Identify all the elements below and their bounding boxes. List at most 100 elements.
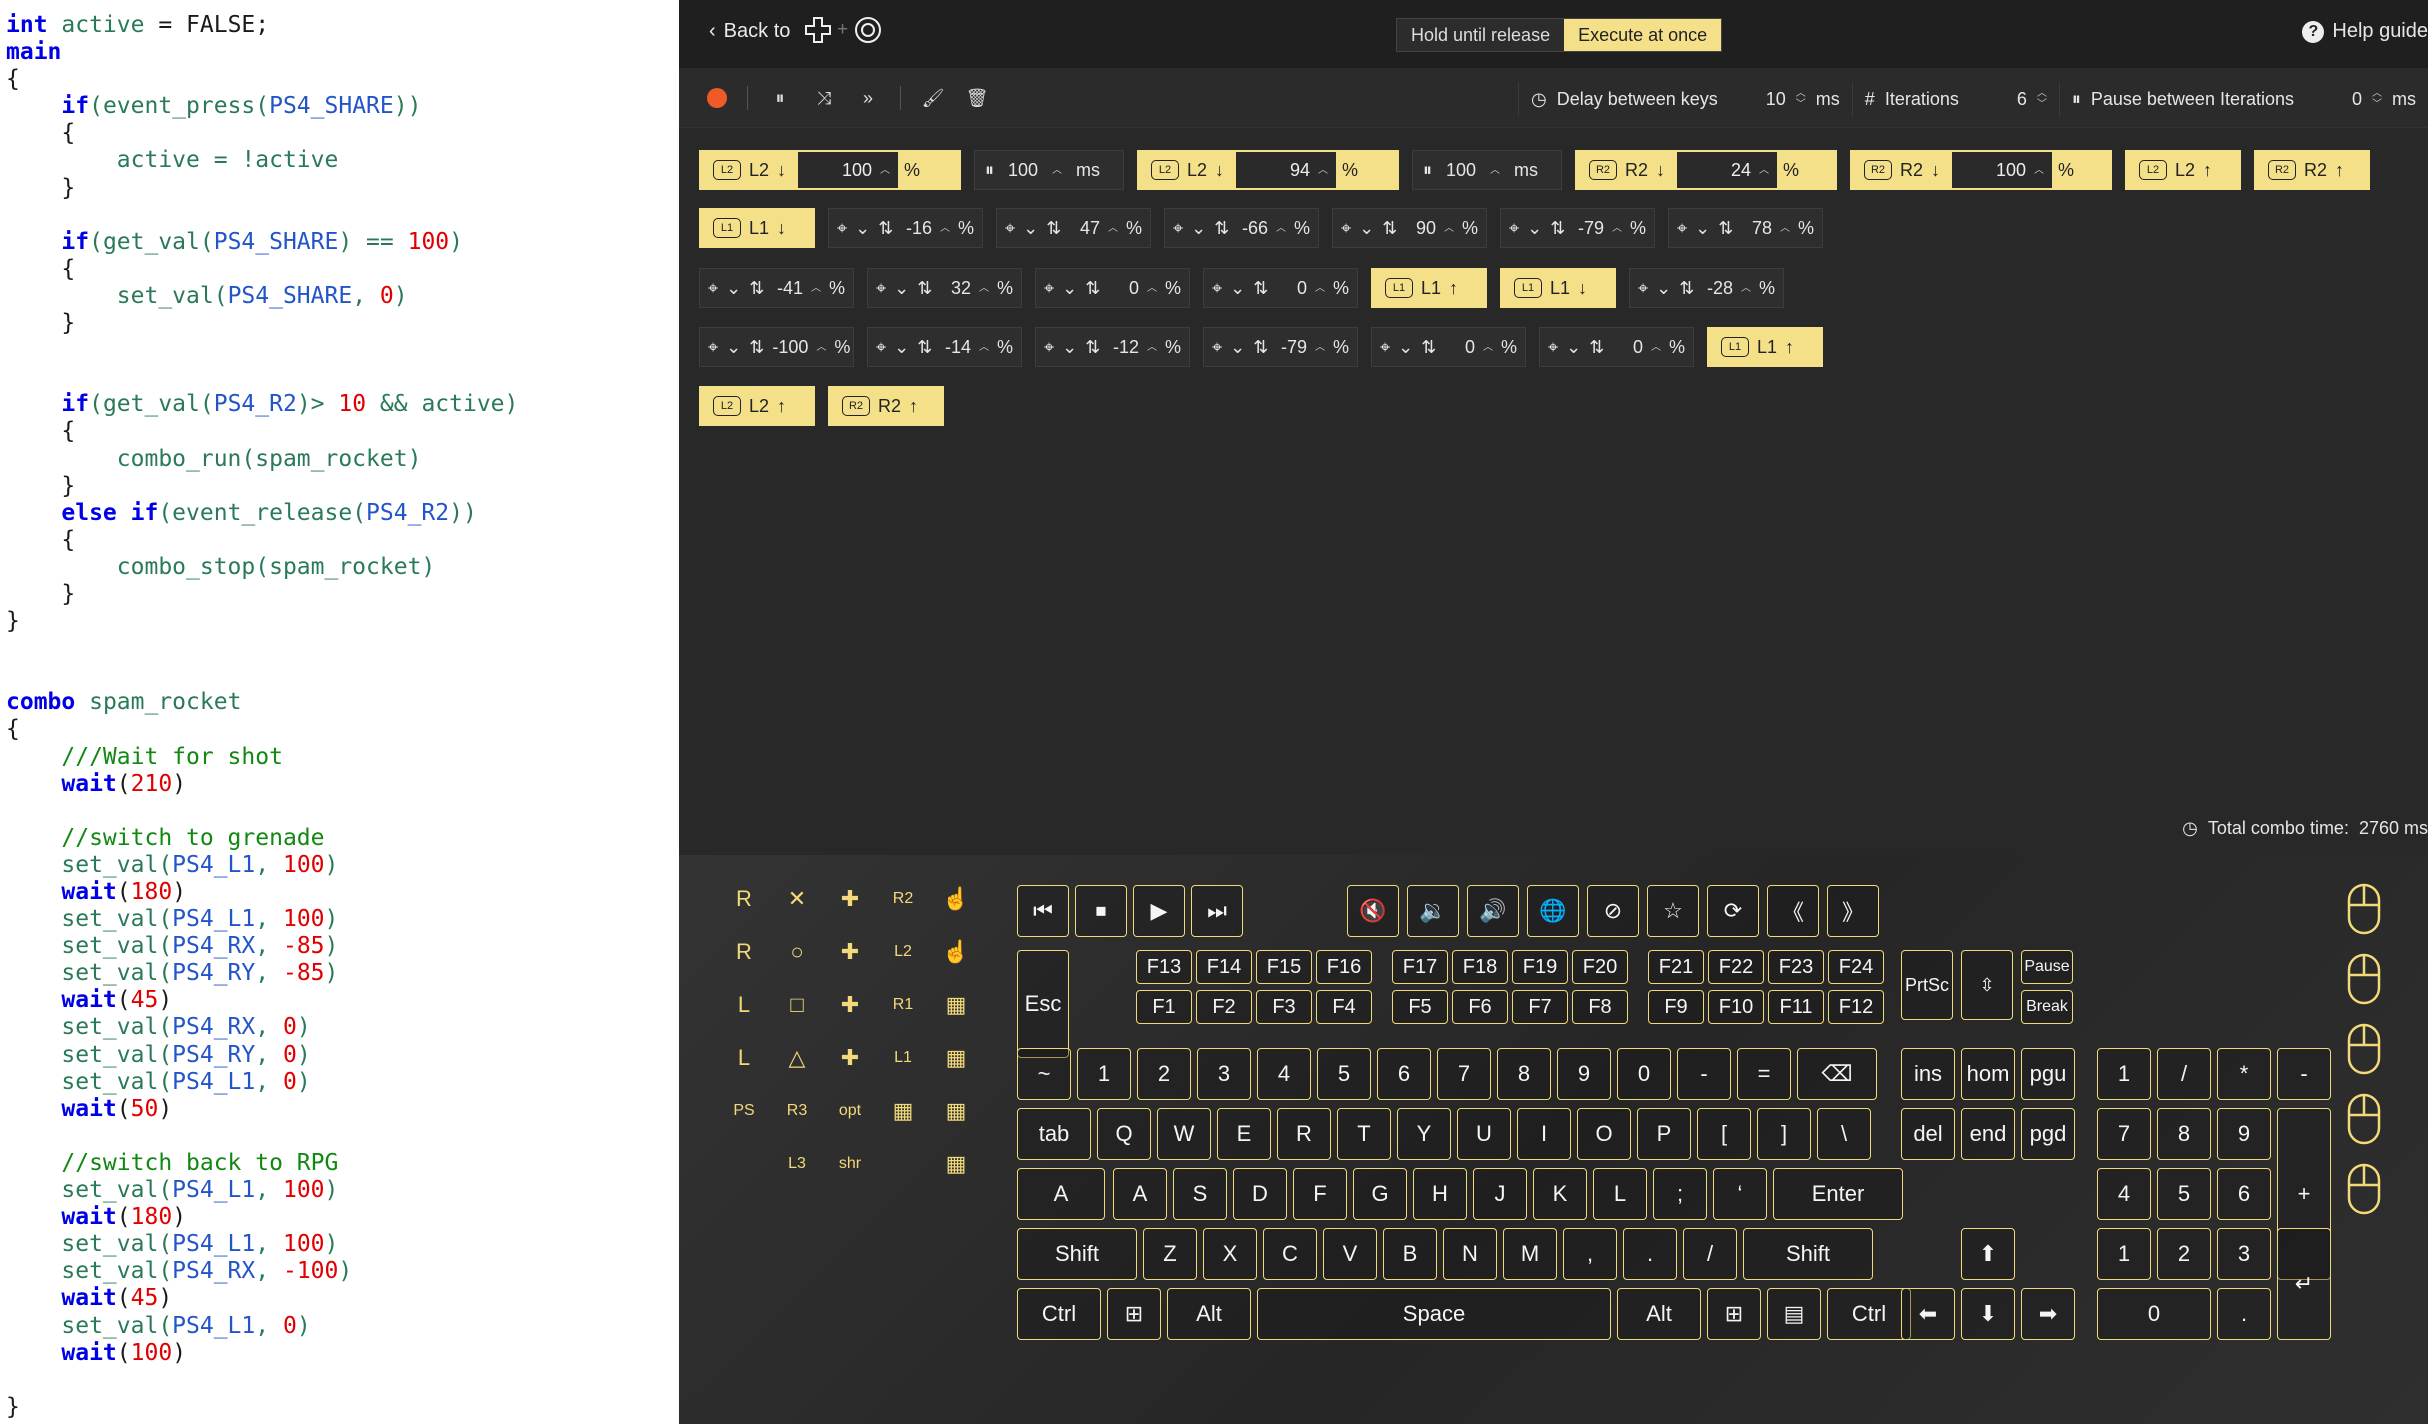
combo-step-key[interactable]: L1 L1 ↓ bbox=[699, 208, 815, 248]
spinner[interactable]: ︿ bbox=[2034, 165, 2044, 176]
spinner[interactable]: ︿ bbox=[1318, 165, 1328, 176]
mouse-right-click-icon[interactable] bbox=[2344, 951, 2384, 1007]
numpad-key[interactable]: * bbox=[2217, 1048, 2271, 1100]
chevron-down-icon[interactable]: ⌄ bbox=[1062, 278, 1077, 299]
function-key[interactable]: F18 bbox=[1452, 950, 1508, 984]
fast-forward-icon[interactable]: » bbox=[856, 86, 880, 110]
key-10[interactable]: 0 bbox=[1617, 1048, 1671, 1100]
mouse-left-click-icon[interactable] bbox=[2344, 881, 2384, 937]
function-key[interactable]: F7 bbox=[1512, 990, 1568, 1024]
key[interactable]: W bbox=[1157, 1108, 1211, 1160]
chevron-down-icon[interactable]: ⌄ bbox=[726, 278, 741, 299]
shuffle-icon[interactable]: ⤨ bbox=[812, 86, 836, 110]
numpad-key[interactable]: 9 bbox=[2217, 1108, 2271, 1160]
key[interactable]: J bbox=[1473, 1168, 1527, 1220]
key[interactable]: S bbox=[1173, 1168, 1227, 1220]
key[interactable]: C bbox=[1263, 1228, 1317, 1280]
nav-key[interactable]: pgd bbox=[2021, 1108, 2075, 1160]
numpad-key[interactable]: 4 bbox=[2097, 1168, 2151, 1220]
gamepad-palette-icon[interactable]: R1 bbox=[881, 983, 925, 1027]
function-key[interactable]: F5 bbox=[1392, 990, 1448, 1024]
key[interactable]: A bbox=[1017, 1168, 1105, 1220]
chevron-down-icon[interactable]: ⌄ bbox=[1359, 218, 1374, 239]
nav-key[interactable]: del bbox=[1901, 1108, 1955, 1160]
chevron-down-icon[interactable]: ⌄ bbox=[1566, 337, 1581, 358]
chevron-down-icon[interactable]: ⌄ bbox=[726, 337, 741, 358]
key[interactable]: . bbox=[1623, 1228, 1677, 1280]
system-key[interactable]: 《 bbox=[1767, 885, 1819, 937]
nav-key[interactable]: ins bbox=[1901, 1048, 1955, 1100]
delay-value-input[interactable]: 10 bbox=[1728, 89, 1786, 110]
record-button[interactable] bbox=[707, 88, 727, 108]
gamepad-palette-icon[interactable]: ▦ bbox=[934, 983, 978, 1027]
scroll-lock-key[interactable]: ⇳ bbox=[1961, 950, 2013, 1020]
function-key[interactable]: F24 bbox=[1828, 950, 1884, 984]
chevron-down-icon[interactable]: ⌄ bbox=[1527, 218, 1542, 239]
arrow-up-key[interactable]: ⬆ bbox=[1961, 1228, 2015, 1280]
combo-step-key[interactable]: L2 L2 ↓ 100 ︿% bbox=[699, 150, 961, 190]
spinner[interactable]: ︿ bbox=[1147, 342, 1157, 353]
combo-step-key[interactable]: L2 L2 ↑ bbox=[2125, 150, 2241, 190]
key[interactable]: \ bbox=[1817, 1108, 1871, 1160]
media-key[interactable]: ⏹ bbox=[1075, 885, 1127, 937]
spinner[interactable]: ︿ bbox=[811, 283, 821, 294]
key[interactable]: N bbox=[1443, 1228, 1497, 1280]
pause-key[interactable]: Pause bbox=[2021, 950, 2073, 984]
media-key[interactable]: ⏮ bbox=[1017, 885, 1069, 937]
key[interactable]: T bbox=[1337, 1108, 1391, 1160]
chevron-down-icon[interactable]: ⌄ bbox=[894, 337, 909, 358]
gamepad-palette-icon[interactable]: ✚ bbox=[828, 1036, 872, 1080]
key[interactable]: [ bbox=[1697, 1108, 1751, 1160]
combo-step-stick[interactable]: ⌖ ⌄ ⇅ 0 ︿% bbox=[1203, 268, 1358, 308]
combo-step-stick[interactable]: ⌖ ⌄ ⇅ 0 ︿% bbox=[1539, 327, 1694, 367]
key[interactable]: A bbox=[1113, 1168, 1167, 1220]
gamepad-palette-icon[interactable]: ▦ bbox=[934, 1036, 978, 1080]
code-editor[interactable]: int active = FALSE; main{ if(event_press(… bbox=[0, 0, 679, 1424]
function-key[interactable]: F15 bbox=[1256, 950, 1312, 984]
key[interactable]: X bbox=[1203, 1228, 1257, 1280]
numpad-key[interactable]: 3 bbox=[2217, 1228, 2271, 1280]
combo-step-delay[interactable]: ⏸ 100 ︿ ms bbox=[1412, 150, 1562, 190]
spinner[interactable]: ︿ bbox=[1490, 165, 1500, 176]
chevron-down-icon[interactable]: ⌄ bbox=[1695, 218, 1710, 239]
numpad-key[interactable]: 1 bbox=[2097, 1228, 2151, 1280]
key[interactable]: H bbox=[1413, 1168, 1467, 1220]
key-11[interactable]: - bbox=[1677, 1048, 1731, 1100]
pause-value-input[interactable]: 0 bbox=[2304, 89, 2362, 110]
key-7[interactable]: 7 bbox=[1437, 1048, 1491, 1100]
system-key[interactable]: 🔇 bbox=[1347, 885, 1399, 937]
system-key[interactable]: ⊘ bbox=[1587, 885, 1639, 937]
system-key[interactable]: ☆ bbox=[1647, 885, 1699, 937]
numpad-key[interactable]: . bbox=[2217, 1288, 2271, 1340]
combo-step-key[interactable]: L2 L2 ↓ 94 ︿% bbox=[1137, 150, 1399, 190]
key[interactable]: Shift bbox=[1017, 1228, 1137, 1280]
arrow-left-key[interactable]: ⬅ bbox=[1901, 1288, 1955, 1340]
spinner[interactable]: ︿ bbox=[1276, 223, 1286, 234]
numpad-key[interactable]: 2 bbox=[2157, 1228, 2211, 1280]
combo-step-key[interactable]: R2 R2 ↓ 24 ︿% bbox=[1575, 150, 1837, 190]
function-key[interactable]: F8 bbox=[1572, 990, 1628, 1024]
key[interactable]: U bbox=[1457, 1108, 1511, 1160]
key-5[interactable]: 5 bbox=[1317, 1048, 1371, 1100]
combo-step-key[interactable]: R2 R2 ↑ bbox=[2254, 150, 2370, 190]
numpad-key[interactable]: 5 bbox=[2157, 1168, 2211, 1220]
function-key[interactable]: F19 bbox=[1512, 950, 1568, 984]
gamepad-palette-icon[interactable]: ☝ bbox=[934, 877, 978, 921]
step-value-input[interactable]: 100 ︿ bbox=[1952, 152, 2053, 188]
key[interactable]: / bbox=[1683, 1228, 1737, 1280]
esc-key[interactable]: Esc bbox=[1017, 950, 1069, 1058]
arrow-right-key[interactable]: ➡ bbox=[2021, 1288, 2075, 1340]
bottom-row-key[interactable]: ▤ bbox=[1767, 1288, 1821, 1340]
mouse-middle-click-icon[interactable] bbox=[2344, 1021, 2384, 1077]
insert-delay-icon[interactable]: ⏸ bbox=[768, 86, 792, 110]
function-key[interactable]: F14 bbox=[1196, 950, 1252, 984]
chevron-down-icon[interactable]: ⌄ bbox=[1230, 278, 1245, 299]
step-value-input[interactable]: 100 ︿ bbox=[798, 152, 899, 188]
key[interactable]: F bbox=[1293, 1168, 1347, 1220]
numpad-key[interactable]: 6 bbox=[2217, 1168, 2271, 1220]
key[interactable]: R bbox=[1277, 1108, 1331, 1160]
gamepad-palette-icon[interactable]: □ bbox=[775, 983, 819, 1027]
gamepad-palette-icon[interactable]: L3 bbox=[775, 1142, 819, 1186]
key-13[interactable]: ⌫ bbox=[1797, 1048, 1877, 1100]
chevron-down-icon[interactable]: ⌄ bbox=[894, 278, 909, 299]
